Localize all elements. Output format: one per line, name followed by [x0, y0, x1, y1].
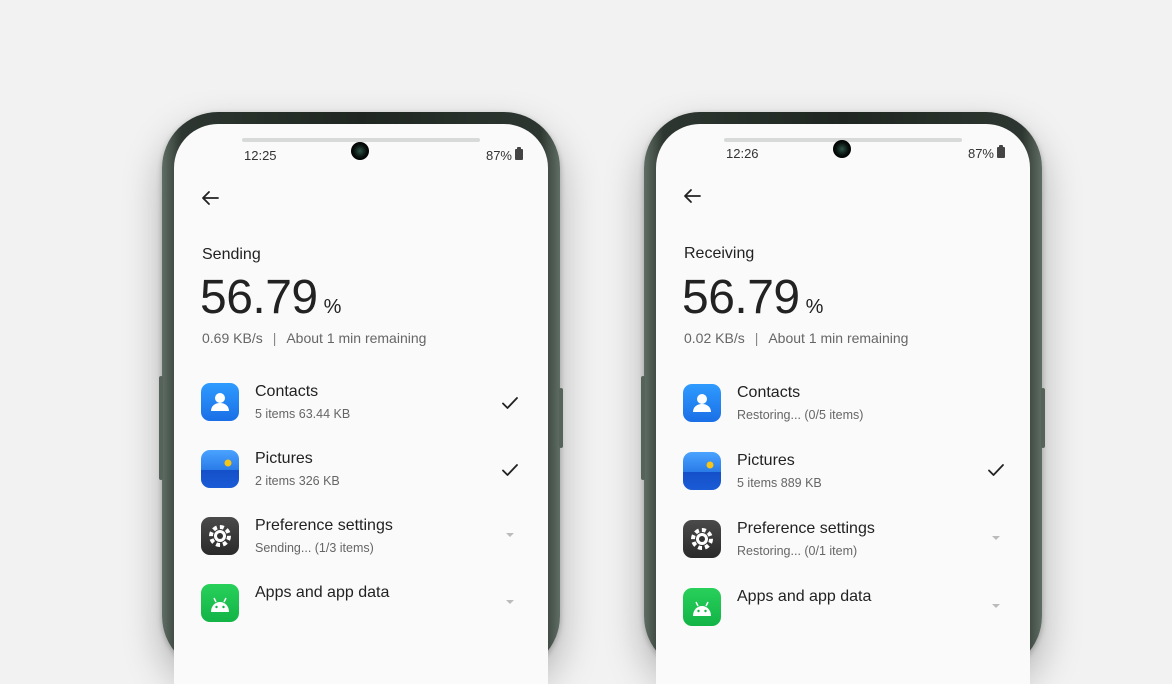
expand-arrow-icon[interactable]: [986, 596, 1006, 616]
list-item-contacts[interactable]: Contacts Restoring... (0/5 items): [656, 384, 1030, 448]
list-item-apps-data[interactable]: Apps and app data: [656, 588, 1030, 652]
transfer-speed: 0.69 KB/s: [202, 330, 263, 346]
checkmark-icon: [502, 464, 518, 476]
expand-arrow-icon[interactable]: [986, 528, 1006, 548]
android-icon: [683, 588, 721, 626]
item-meta: Restoring... (0/1 item): [737, 544, 858, 558]
progress-percent: 56.79%: [682, 270, 823, 325]
percent-value: 56.79: [200, 271, 318, 324]
checkmark-icon: [988, 464, 1004, 476]
separator: |: [272, 330, 277, 346]
item-label: Apps and app data: [737, 588, 872, 605]
item-label: Contacts: [737, 384, 801, 401]
list-item-preference-settings[interactable]: Preference settings Restoring... (0/1 it…: [656, 520, 1030, 584]
list-item-preference-settings[interactable]: Preference settings Sending... (1/3 item…: [174, 517, 548, 581]
separator: |: [754, 330, 759, 346]
checkmark-icon: [502, 397, 518, 409]
percent-sign: %: [805, 296, 824, 318]
list-item-apps-data[interactable]: Apps and app data: [174, 584, 548, 648]
phone-side-button: [1041, 388, 1045, 448]
percent-value: 56.79: [682, 271, 800, 324]
item-label: Contacts: [255, 383, 319, 400]
battery-icon: [515, 147, 523, 160]
contacts-icon: [683, 384, 721, 422]
item-label: Apps and app data: [255, 584, 390, 601]
expand-arrow-icon[interactable]: [500, 525, 520, 545]
pictures-icon: [201, 450, 239, 488]
list-item-pictures[interactable]: Pictures 2 items 326 KB: [174, 450, 548, 514]
front-camera: [351, 142, 369, 160]
phone-side-button: [559, 388, 563, 448]
settings-gear-icon: [201, 517, 239, 555]
battery-percent: 87%: [485, 148, 512, 163]
phone-side-button: [159, 376, 163, 480]
time-remaining: About 1 min remaining: [768, 330, 909, 346]
item-meta: 5 items 63.44 KB: [255, 407, 351, 421]
transfer-mode-title: Sending: [202, 246, 261, 263]
item-label: Preference settings: [255, 517, 393, 534]
transfer-speed-line: 0.69 KB/s | About 1 min remaining: [202, 330, 426, 346]
percent-sign: %: [323, 296, 342, 318]
back-arrow-icon[interactable]: [198, 186, 222, 210]
item-label: Pictures: [737, 452, 795, 469]
phone-sending: 12:25 87% Sending 56.79% 0.69 KB/s | About…: [159, 112, 563, 684]
phone-side-button: [641, 376, 645, 480]
phone-receiving: 12:26 87% Receiving 56.79% 0.02 KB/s | Abo…: [641, 112, 1045, 684]
list-item-pictures[interactable]: Pictures 5 items 889 KB: [656, 452, 1030, 516]
item-meta: 2 items 326 KB: [255, 474, 340, 488]
transfer-speed: 0.02 KB/s: [684, 330, 745, 346]
android-icon: [201, 584, 239, 622]
item-meta: 5 items 889 KB: [737, 476, 822, 490]
screen: 12:25 87% Sending 56.79% 0.69 KB/s | About…: [174, 124, 548, 684]
status-time: 12:25: [244, 148, 277, 163]
status-time: 12:26: [726, 146, 759, 161]
progress-percent: 56.79%: [200, 270, 341, 325]
back-arrow-icon[interactable]: [680, 184, 704, 208]
battery-percent: 87%: [967, 146, 994, 161]
time-remaining: About 1 min remaining: [286, 330, 427, 346]
contacts-icon: [201, 383, 239, 421]
transfer-speed-line: 0.02 KB/s | About 1 min remaining: [684, 330, 908, 346]
pictures-icon: [683, 452, 721, 490]
battery-icon: [997, 145, 1005, 158]
item-label: Preference settings: [737, 520, 875, 537]
item-meta: Sending... (1/3 items): [255, 541, 374, 555]
item-meta: Restoring... (0/5 items): [737, 408, 864, 422]
front-camera: [833, 140, 851, 158]
settings-gear-icon: [683, 520, 721, 558]
screen: 12:26 87% Receiving 56.79% 0.02 KB/s | Abo…: [656, 124, 1030, 684]
transfer-mode-title: Receiving: [684, 245, 755, 262]
item-label: Pictures: [255, 450, 313, 467]
list-item-contacts[interactable]: Contacts 5 items 63.44 KB: [174, 383, 548, 447]
expand-arrow-icon[interactable]: [500, 592, 520, 612]
